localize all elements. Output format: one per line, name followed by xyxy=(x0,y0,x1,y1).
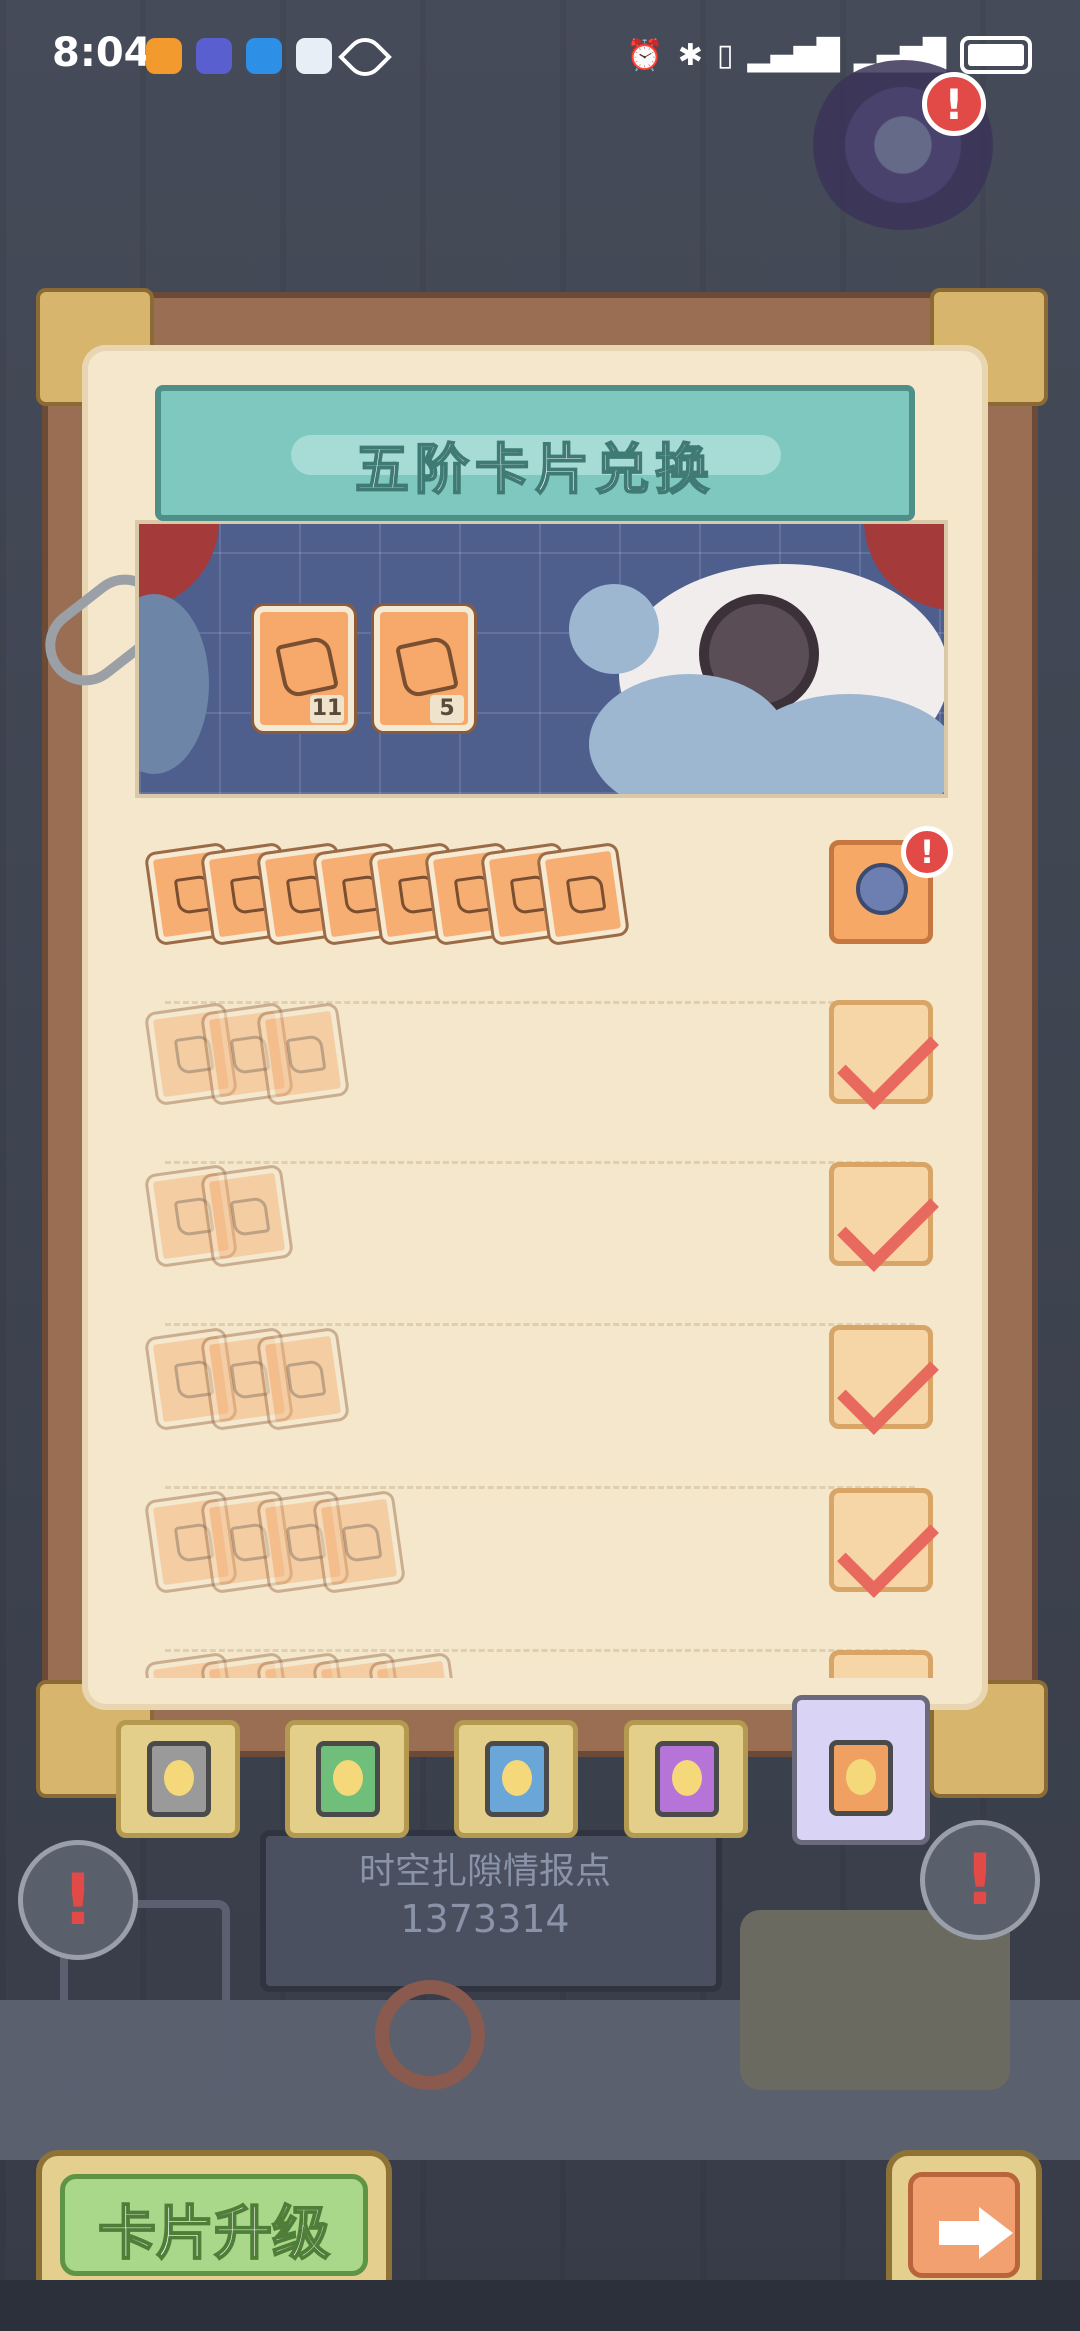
card-icon xyxy=(259,1330,347,1428)
clock: 8:04 xyxy=(52,30,152,76)
card-upgrade-label: 卡片升级 xyxy=(97,2198,331,2268)
card-count: 11 xyxy=(310,695,344,723)
app-message-icon xyxy=(246,38,282,74)
page-title: 五阶卡片兑换 xyxy=(354,437,715,502)
tier-card-icon xyxy=(147,1741,211,1817)
reward-claimed-box xyxy=(829,1162,939,1272)
card-upgrade-button[interactable]: 卡片升级 xyxy=(36,2150,392,2300)
card-icon xyxy=(539,845,627,943)
system-status-icons: ⏰ ✱ ▯ ▂▄▆█ ▂▄▆█ xyxy=(626,36,1032,74)
next-button[interactable] xyxy=(886,2150,1042,2300)
tier-tab-3[interactable] xyxy=(454,1720,578,1838)
tier-card-icon xyxy=(829,1740,893,1816)
app-chat-icon xyxy=(296,38,332,74)
owned-card: 5 xyxy=(374,606,474,731)
cloud xyxy=(569,584,659,674)
bag-alert-badge: ! xyxy=(920,1820,1040,1940)
reward-alert-badge: ! xyxy=(901,826,953,878)
vibrate-icon: ▯ xyxy=(716,37,734,73)
panel-scene-art: 11 5 xyxy=(135,520,948,798)
floor-shadow xyxy=(0,2280,1080,2331)
card-count: 5 xyxy=(430,695,464,723)
app-tie-icon xyxy=(196,38,232,74)
board-name: 时空扎隙情报点 xyxy=(358,1851,611,1892)
card-icon xyxy=(259,1005,347,1103)
hourglass-alert-badge: ! xyxy=(18,1840,138,1960)
planet-orb-icon xyxy=(856,863,908,915)
exchange-row-partial xyxy=(145,1650,935,1678)
app-orange-icon xyxy=(146,38,182,74)
reward-claimed-box xyxy=(829,1000,939,1110)
card-glyph-icon xyxy=(274,634,340,700)
reward-claimed-box xyxy=(829,1488,939,1598)
card-icon xyxy=(203,1167,291,1265)
required-card: 11 xyxy=(254,606,354,731)
card-glyph-icon xyxy=(394,634,460,700)
tier-tab-5[interactable] xyxy=(792,1695,930,1845)
portal-alert-badge: ! xyxy=(922,72,986,136)
tier-tab-2[interactable] xyxy=(285,1720,409,1838)
exchange-row xyxy=(145,1000,939,1164)
battery-icon xyxy=(960,36,1032,74)
exchange-row xyxy=(145,1325,939,1489)
button-face xyxy=(908,2172,1020,2278)
exchange-row xyxy=(145,1488,939,1652)
check-icon xyxy=(837,1008,939,1110)
eye-icon xyxy=(338,30,392,84)
check-icon xyxy=(837,1170,939,1272)
title-banner: 五阶卡片兑换 xyxy=(155,385,915,521)
tier-tab-4[interactable] xyxy=(624,1720,748,1838)
tier-card-icon xyxy=(485,1741,549,1817)
tier-tab-1[interactable] xyxy=(116,1720,240,1838)
tier-card-icon xyxy=(316,1741,380,1817)
arrow-right-icon xyxy=(939,2207,1013,2259)
exchange-row[interactable]: ! xyxy=(145,826,953,1004)
bluetooth-icon: ✱ xyxy=(677,37,703,73)
magnifier-icon[interactable] xyxy=(375,1980,485,2090)
reward-box-partial xyxy=(829,1650,933,1678)
board-id: 1373314 xyxy=(400,1897,570,1941)
check-icon xyxy=(837,1333,939,1435)
exchange-row xyxy=(145,1162,939,1326)
check-icon xyxy=(837,1496,939,1598)
card-icon xyxy=(315,1493,403,1591)
tier-card-icon xyxy=(655,1741,719,1817)
alarm-icon: ⏰ xyxy=(626,37,664,73)
reward-claimed-box xyxy=(829,1325,939,1435)
signal-icon: ▂▄▆█ xyxy=(747,37,840,73)
